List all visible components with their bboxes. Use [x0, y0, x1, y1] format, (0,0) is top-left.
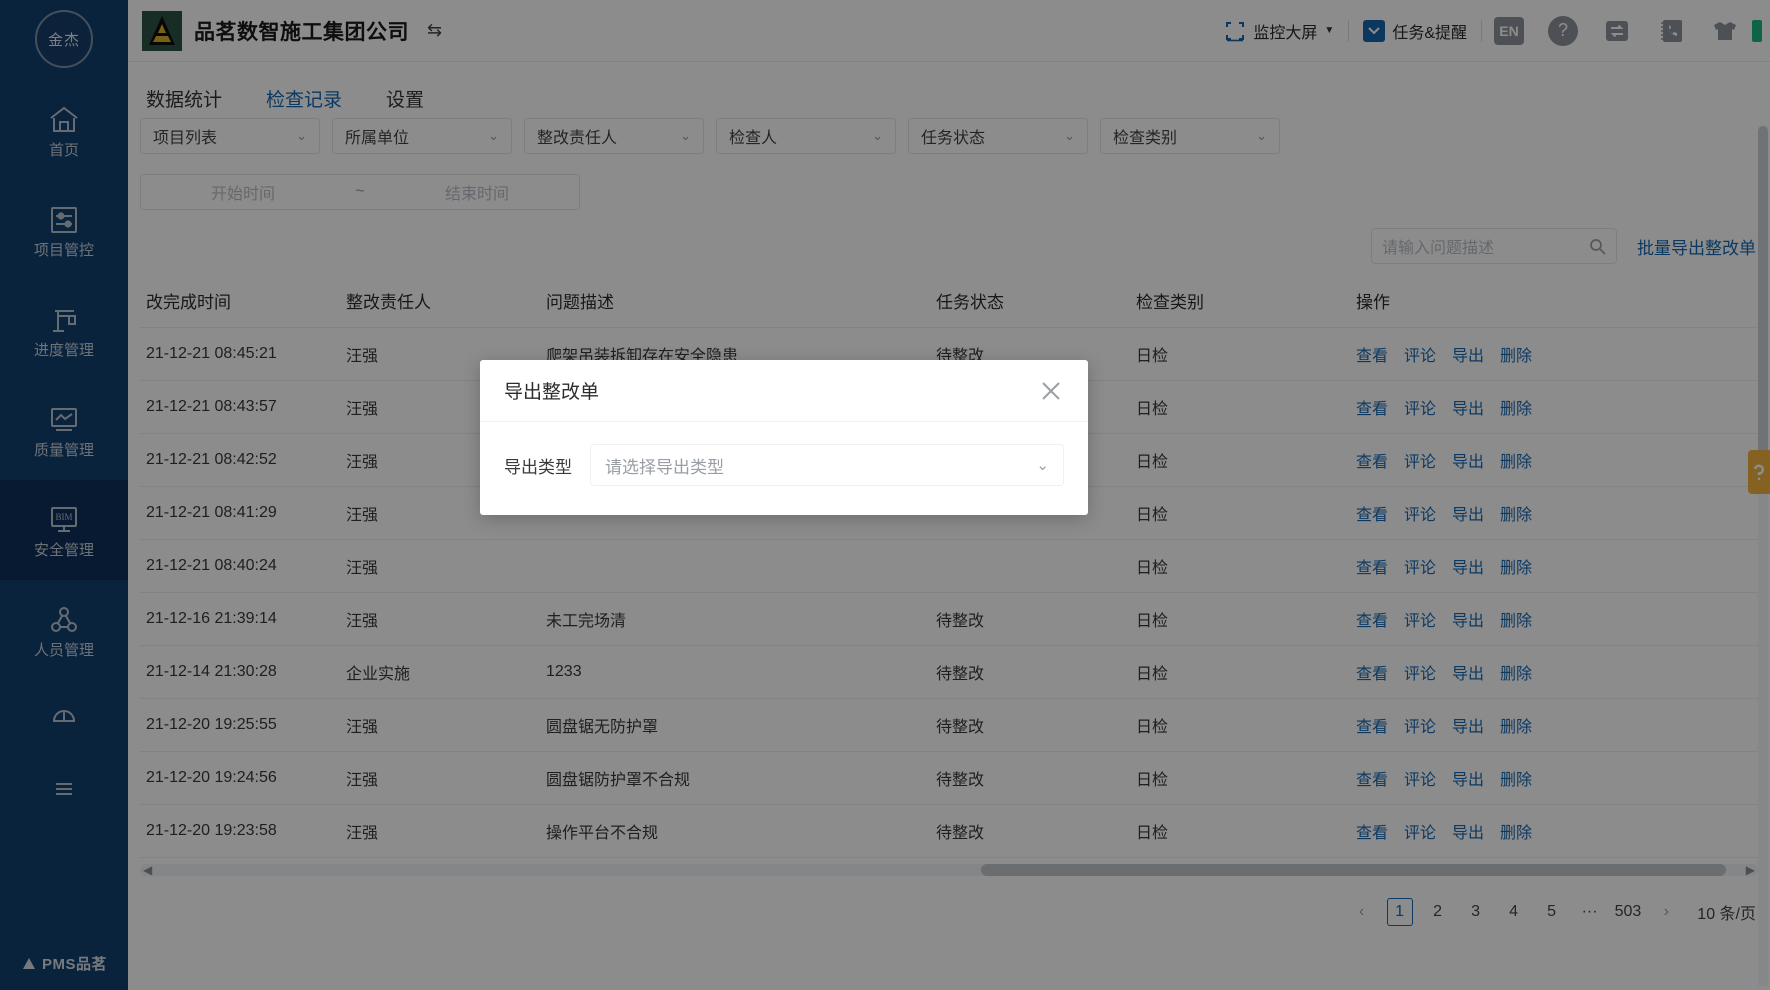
close-icon[interactable] [1038, 378, 1064, 404]
export-type-label: 导出类型 [504, 457, 572, 477]
chevron-down-icon: ⌄ [1036, 457, 1049, 474]
export-rectification-modal: 导出整改单 导出类型 请选择导出类型 ⌄ [480, 360, 1088, 515]
modal-header: 导出整改单 [480, 360, 1088, 422]
export-type-placeholder: 请选择导出类型 [605, 457, 724, 477]
export-type-select[interactable]: 请选择导出类型 ⌄ [590, 444, 1064, 486]
modal-body: 导出类型 请选择导出类型 ⌄ [480, 422, 1088, 486]
modal-title: 导出整改单 [504, 382, 600, 403]
app-root: 金杰 首页 项目管控 进度管理 质量管理 BIM 安全管理 人员管理 PMS品茗… [0, 0, 1770, 990]
